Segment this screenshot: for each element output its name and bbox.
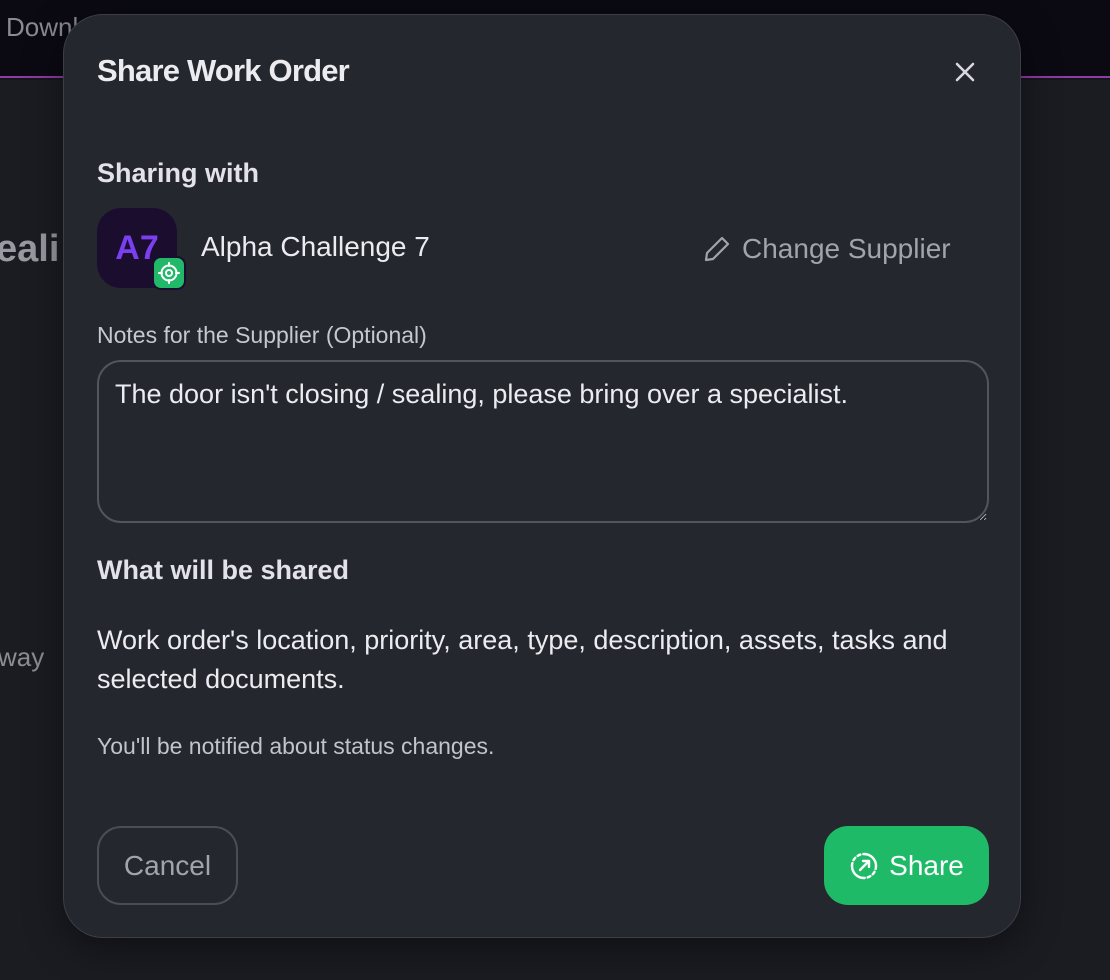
supplier-name: Alpha Challenge 7 xyxy=(201,231,430,262)
what-will-be-shared-label: What will be shared xyxy=(97,555,350,585)
close-icon xyxy=(955,62,975,82)
supplier-avatar: A7 xyxy=(97,208,186,290)
notification-note: You'll be notified about status changes. xyxy=(97,733,495,759)
cancel-button[interactable]: Cancel xyxy=(97,826,238,905)
share-label: Share xyxy=(889,849,964,881)
share-work-order-modal: Share Work Order Sharing with A7 Alpha C… xyxy=(63,14,1021,938)
close-button[interactable] xyxy=(948,55,982,89)
background-heading: eali xyxy=(0,228,60,270)
notes-label: Notes for the Supplier (Optional) xyxy=(97,322,427,348)
modal-title: Share Work Order xyxy=(97,53,350,88)
change-supplier-button[interactable]: Change Supplier xyxy=(702,229,951,269)
shared-description: Work order's location, priority, area, t… xyxy=(97,625,948,694)
share-icon xyxy=(850,852,878,879)
background-text: way xyxy=(0,642,45,672)
sharing-with-label: Sharing with xyxy=(97,158,259,188)
share-button[interactable]: Share xyxy=(824,826,989,905)
change-supplier-label: Change Supplier xyxy=(742,233,951,264)
pencil-icon xyxy=(704,236,730,262)
verified-network-icon xyxy=(152,256,186,290)
supplier-notes-textarea[interactable]: The door isn't closing / sealing, please… xyxy=(97,360,989,523)
